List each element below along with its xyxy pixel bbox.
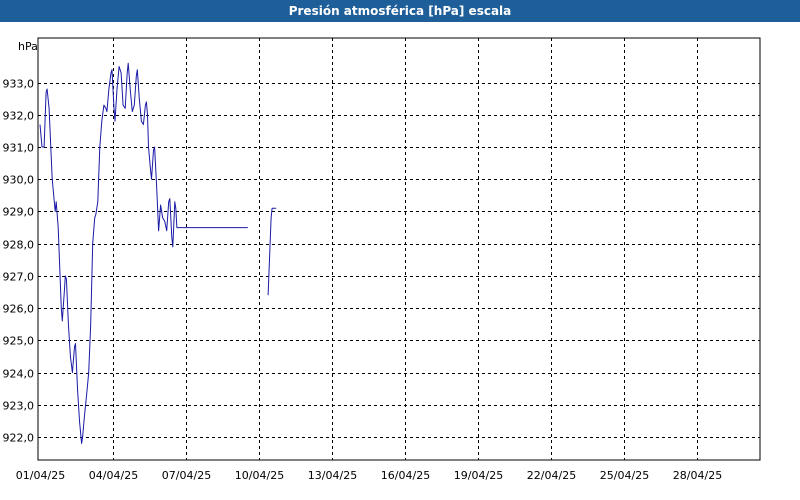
y-tick-label: 927,0: [3, 271, 35, 284]
y-tick-label: 930,0: [3, 174, 35, 187]
x-tick-label: 16/04/25: [381, 469, 430, 482]
x-tick-label: 25/04/25: [600, 469, 649, 482]
x-tick-label: 01/04/25: [16, 469, 65, 482]
y-tick-labels: 922,0 923,0 924,0 925,0 926,0 927,0 928,0 929,0…: [3, 78, 35, 445]
x-tick-label: 04/04/25: [89, 469, 138, 482]
plot-area: [37, 37, 761, 461]
y-tick-label: 926,0: [3, 303, 35, 316]
chart-window: Presión atmosférica [hPa] escala 922,0 92…: [0, 0, 800, 500]
pressure-chart: 922,0 923,0 924,0 925,0 926,0 927,0 928,0 929,0…: [3, 37, 761, 482]
y-tick-label: 924,0: [3, 368, 35, 381]
y-tick-label: 932,0: [3, 110, 35, 123]
chart-title: Presión atmosférica [hPa] escala: [0, 0, 800, 22]
x-tick-label: 28/04/25: [673, 469, 722, 482]
y-tick-label: 928,0: [3, 239, 35, 252]
x-tick-label: 13/04/25: [308, 469, 357, 482]
y-tick-label: 925,0: [3, 335, 35, 348]
y-tick-label: 929,0: [3, 206, 35, 219]
x-tick-label: 22/04/25: [527, 469, 576, 482]
y-tick-label: 933,0: [3, 78, 35, 91]
x-tick-label: 07/04/25: [162, 469, 211, 482]
y-tick-label: 923,0: [3, 400, 35, 413]
x-tick-labels: 01/04/25 04/04/25 07/04/25 10/04/25 13/04/25…: [16, 469, 722, 482]
x-tick-label: 10/04/25: [235, 469, 284, 482]
y-axis-label: hPa: [18, 40, 38, 53]
x-tick-label: 19/04/25: [454, 469, 503, 482]
y-tick-label: 922,0: [3, 432, 35, 445]
y-tick-label: 931,0: [3, 142, 35, 155]
